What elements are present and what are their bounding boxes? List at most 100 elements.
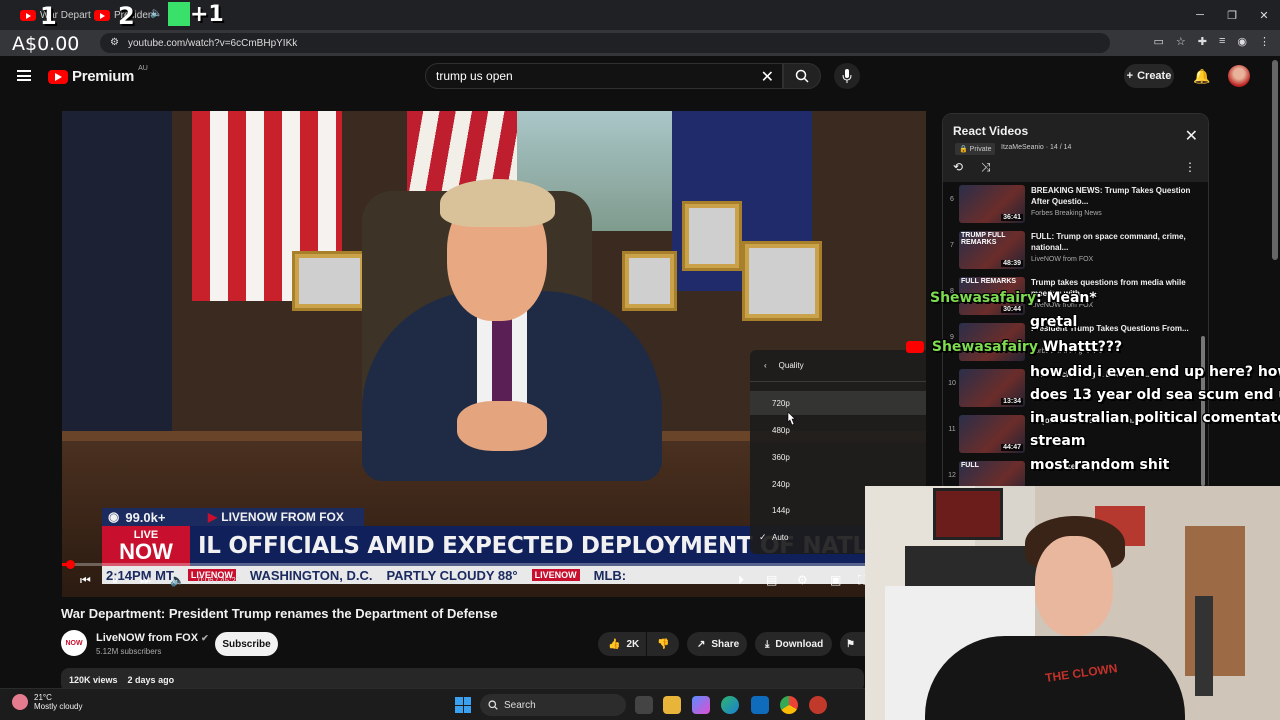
playlist-index: 7 [950,242,954,249]
outlook-icon[interactable] [751,696,769,714]
copilot-icon[interactable] [692,696,710,714]
extensions-icon[interactable]: ✚ [1198,35,1207,48]
reading-list-icon[interactable]: ≡ [1219,35,1225,48]
youtube-logo[interactable]: Premium AU [48,65,148,85]
edge-icon[interactable] [721,696,739,714]
create-button[interactable]: + Create [1124,64,1174,88]
search-icon [795,69,809,83]
quality-menu-header[interactable]: ‹ Quality [750,350,926,382]
thumbnail-tag: TRUMP FULL REMARKS [961,232,1006,246]
channel-avatar[interactable]: NOW [61,630,87,656]
app-icon[interactable] [809,696,827,714]
weather-icon [12,694,28,710]
browser-menu-icon[interactable]: ⋮ [1259,35,1270,48]
pause-icon[interactable]: ⏸ [112,573,118,588]
chat-text: stream [1030,433,1086,449]
subscriber-count: 5.12M subscribers [96,647,162,656]
youtube-favicon-icon [94,9,110,21]
chat-message: stream [1030,433,1085,449]
profile-icon[interactable]: ◉ [1237,35,1247,48]
playlist-item[interactable]: 6 36:41 BREAKING NEWS: Trump Takes Questio… [943,182,1198,228]
dislike-button[interactable]: 👎 [647,632,679,656]
playlist-index: 10 [948,380,956,387]
save-button[interactable]: ⚑ [840,632,865,656]
playlist-item-title: FULL: Trump on space command, crime, nat… [1031,232,1186,252]
minimize-icon[interactable]: ─ [1184,0,1216,30]
playlist-header: React Videos ✕ 🔒 Private ItzaMeSeanio · … [943,114,1208,182]
settings-gear-icon[interactable]: ⚙ [797,573,808,587]
search-button[interactable] [783,63,821,89]
search-input[interactable]: trump us open ✕ [425,63,783,89]
loop-icon[interactable]: ⟲ [953,160,963,174]
webcam-scene-element [1185,526,1245,676]
webcam-scene-element [1195,596,1213,696]
file-explorer-icon[interactable] [663,696,681,714]
bookmark-icon: ⚑ [846,638,855,650]
video-scene-element [62,111,172,441]
chat-text: does 13 year old sea scum end up [1030,387,1280,403]
youtube-favicon-icon [20,9,36,21]
cast-icon[interactable]: ▭ [1153,35,1163,48]
webcam-feed: THE CLOWN [865,486,1280,720]
share-button[interactable]: ↗ Share [687,632,747,656]
back-chevron-icon[interactable]: ‹ [764,361,767,370]
chat-text: in australian political comentator [1030,410,1280,426]
view-count: 120K views [69,675,118,685]
maximize-icon[interactable]: ❐ [1216,0,1248,30]
playlist-title[interactable]: React Videos [953,124,1028,138]
download-label: Download [775,638,824,650]
chyron-views: ◉ 99.0k+ [102,508,202,526]
playlist-item[interactable]: 7 TRUMP FULL REMARKS 48:39 FULL: Trump on s… [943,228,1198,274]
subscribe-button[interactable]: Subscribe [215,632,278,656]
chrome-icon[interactable] [780,696,798,714]
chat-text: how did i even end up here? how [1030,364,1280,380]
previous-icon[interactable]: ⏮ [80,573,91,588]
weather-widget[interactable]: 21°C Mostly cloudy [12,693,82,711]
account-avatar[interactable] [1228,65,1250,87]
close-playlist-icon[interactable]: ✕ [1185,126,1198,146]
chyron-source-text: LIVENOW FROM FOX [221,510,344,524]
volume-icon[interactable]: 🔈 [170,573,185,587]
progress-bar[interactable] [62,560,926,569]
chat-message: Shewasafairy: Mean* [930,290,1097,306]
privacy-badge: 🔒 Private [955,143,996,155]
notifications-bell-icon[interactable]: 🔔 [1193,68,1210,85]
ticker-sport: MLB: [593,567,627,583]
bookmark-star-icon[interactable]: ☆ [1176,35,1186,48]
clear-search-icon[interactable]: ✕ [761,67,774,87]
next-icon[interactable]: ⏭ [140,573,151,588]
mouse-cursor-icon [787,412,796,426]
more-options-icon[interactable]: ⋮ [1184,160,1196,174]
scrubber-handle[interactable] [66,560,75,569]
menu-icon[interactable] [17,70,31,81]
duration-badge: 13:34 [1001,398,1023,405]
verified-icon: ✔ [201,633,209,643]
quality-option-480p[interactable]: 480p [750,418,926,442]
autoplay-toggle-icon[interactable]: ⏵ [738,573,744,588]
shuffle-icon[interactable]: ⤨ [981,160,991,175]
ticker-weather: PARTLY CLOUDY 88° [386,567,518,583]
taskbar-search[interactable]: Search [480,694,626,716]
page-scrollbar[interactable] [1272,60,1278,260]
channel-name-text: LiveNOW from FOX [96,632,199,644]
playlist-thumbnail: 36:41 [959,185,1025,223]
download-button[interactable]: ⤓ Download [755,632,832,656]
quality-option-360p[interactable]: 360p [750,445,926,469]
speaker-icon[interactable]: 🔈 [150,8,162,19]
miniplayer-icon[interactable]: ▣ [830,573,841,587]
task-view-icon[interactable] [635,696,653,714]
microphone-icon [842,69,852,83]
captions-icon[interactable]: ▤ [766,573,777,587]
channel-name[interactable]: LiveNOW from FOX ✔ [96,632,209,644]
webcam-scene-element [1035,536,1113,636]
quality-option-label: 480p [772,425,790,435]
quality-option-720p[interactable]: 720p [750,391,926,415]
close-window-icon[interactable]: ✕ [1248,0,1280,30]
playlist-index: 6 [950,196,954,203]
url-field[interactable]: ⚙ youtube.com/watch?v=6cCmBHpYIKk [100,33,1110,53]
like-button[interactable]: 👍 2K [598,632,646,656]
site-info-icon[interactable]: ⚙ [110,37,119,48]
voice-search-button[interactable] [834,63,860,89]
start-button[interactable] [455,697,471,713]
play-arrow-icon: ▶ [208,510,218,524]
